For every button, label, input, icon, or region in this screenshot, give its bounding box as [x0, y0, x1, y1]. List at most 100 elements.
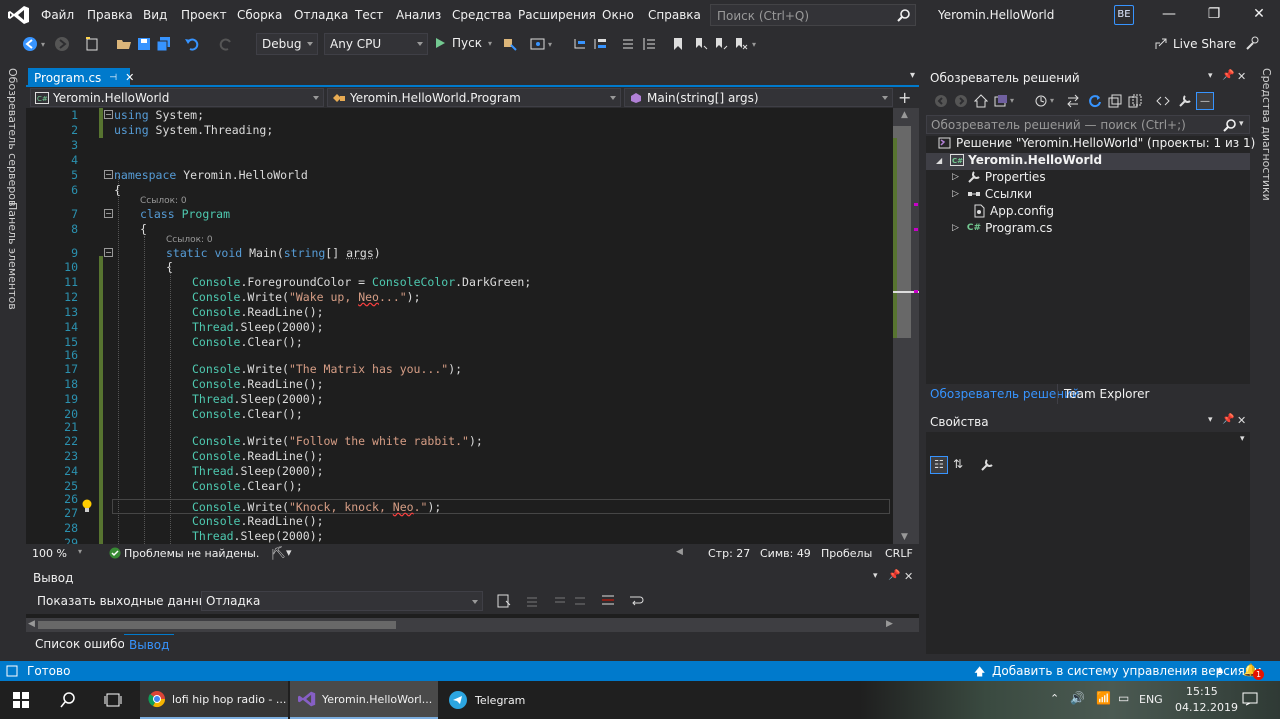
line-indicator[interactable]: Стр: 27 [708, 547, 750, 560]
platform-select[interactable]: Any CPU [324, 33, 428, 55]
expanded-arrow-icon[interactable]: ◢ [936, 156, 942, 165]
scroll-down-icon[interactable]: ▼ [901, 532, 908, 542]
forward-icon[interactable] [954, 94, 968, 108]
pin-panel-icon[interactable]: 📌 [888, 570, 900, 581]
input-language[interactable]: ENG [1139, 693, 1163, 706]
pin-panel-icon[interactable]: 📌 [1222, 414, 1234, 425]
categorized-button[interactable]: ☷ [930, 456, 948, 474]
home-icon[interactable] [974, 94, 988, 108]
collapsed-arrow-icon[interactable]: ▷ [952, 189, 959, 199]
scroll-up-icon[interactable]: ▲ [901, 110, 908, 120]
quick-search-input[interactable]: Поиск (Ctrl+Q) [710, 4, 916, 26]
scroll-left-icon[interactable]: ◀ [676, 547, 683, 557]
word-wrap-icon[interactable] [628, 593, 644, 609]
tab-list-dropdown-icon[interactable]: ▾ [910, 70, 915, 81]
close-panel-icon[interactable]: ✕ [1237, 70, 1246, 83]
zoom-level[interactable]: 100 % [32, 547, 67, 560]
chevron-down-icon[interactable]: ▾ [1050, 96, 1054, 105]
split-editor-icon[interactable]: + [898, 88, 911, 107]
sync-icon[interactable] [1066, 94, 1080, 108]
taskbar-app-chrome[interactable]: lofi hip hop radio - ... [140, 681, 288, 719]
chevron-up-icon[interactable]: ▲ [1217, 665, 1223, 674]
next-message-icon[interactable] [552, 593, 568, 609]
back-icon[interactable] [934, 94, 948, 108]
tree-item-properties[interactable]: ▷ Properties [952, 170, 1046, 184]
live-share-button[interactable]: Live Share [1154, 37, 1236, 51]
back-icon[interactable] [22, 36, 38, 52]
menu-extensions[interactable]: Расширения [518, 8, 596, 22]
collapse-all-icon[interactable] [1108, 94, 1122, 108]
property-pages-wrench-icon[interactable] [980, 458, 994, 472]
user-avatar[interactable]: BE [1114, 5, 1134, 25]
view-code-icon[interactable] [1156, 94, 1170, 108]
find-message-icon[interactable] [496, 593, 512, 609]
pending-changes-icon[interactable] [1034, 94, 1048, 108]
panel-menu-icon[interactable]: ▾ [873, 571, 878, 581]
chevron-down-icon[interactable]: ▾ [1010, 96, 1014, 105]
configuration-select[interactable]: Debug [256, 33, 318, 55]
tab-program-cs[interactable]: Program.cs ⊣ ✕ [28, 68, 134, 87]
collapse-icon[interactable]: − [104, 110, 113, 119]
column-indicator[interactable]: Симв: 49 [760, 547, 811, 560]
collapsed-arrow-icon[interactable]: ▷ [952, 223, 959, 233]
panel-menu-icon[interactable]: ▾ [1208, 415, 1213, 425]
menu-window[interactable]: Окно [602, 8, 634, 22]
undo-icon[interactable] [184, 36, 200, 52]
collapse-icon[interactable]: − [104, 248, 113, 257]
menu-test[interactable]: Тест [355, 8, 383, 22]
start-button[interactable]: Пуск ▾ [434, 36, 492, 50]
minimize-icon[interactable]: — [1159, 6, 1179, 24]
chevron-down-icon[interactable]: ▾ [548, 40, 552, 49]
tree-item-project[interactable]: ◢ C# Yeromin.HelloWorld [936, 153, 1102, 167]
browser-link-icon[interactable] [530, 36, 546, 52]
battery-icon[interactable]: ▭ [1118, 691, 1129, 705]
tab-error-list[interactable]: Список ошибок [35, 637, 132, 651]
menu-debug[interactable]: Отладка [294, 8, 348, 22]
feedback-icon[interactable] [1245, 35, 1261, 51]
diagnostic-tools-tab[interactable]: Средства диагностики [1260, 68, 1273, 201]
server-explorer-tab[interactable]: Обозреватель серверов [6, 68, 19, 206]
class-nav-select[interactable]: Yeromin.HelloWorld.Program [327, 88, 621, 107]
clear-all-icon[interactable] [572, 593, 588, 609]
code-editor[interactable]: 1 2 3 4 5 6 7 8 9 10 11 12 13 14 15 16 1… [26, 108, 893, 544]
pin-panel-icon[interactable]: 📌 [1222, 70, 1234, 81]
clock-time[interactable]: 15:15 [1186, 685, 1218, 698]
bookmark-icon[interactable] [670, 36, 686, 52]
switch-views-icon[interactable] [994, 94, 1008, 108]
scroll-left-icon[interactable]: ◀ [28, 619, 35, 629]
clock-date[interactable]: 04.12.2019 [1175, 701, 1238, 714]
show-all-files-icon[interactable] [1128, 94, 1142, 108]
taskbar-app-visual-studio[interactable]: Yeromin.HelloWorl... [290, 681, 438, 719]
tree-item-solution[interactable]: Решение "Yeromin.HelloWorld" (проекты: 1… [938, 136, 1255, 150]
open-folder-icon[interactable] [116, 36, 132, 52]
menu-build[interactable]: Сборка [237, 8, 282, 22]
lightbulb-icon[interactable] [81, 499, 93, 513]
save-all-icon[interactable] [156, 36, 172, 52]
taskbar-app-telegram[interactable]: Telegram [440, 681, 560, 719]
scrollbar-thumb[interactable] [38, 621, 396, 629]
wifi-icon[interactable]: 📶 [1096, 691, 1111, 705]
collapse-icon[interactable]: − [104, 209, 113, 218]
tab-output[interactable]: Вывод [124, 634, 175, 654]
menu-project[interactable]: Проект [181, 8, 227, 22]
scroll-right-icon[interactable]: ▶ [886, 619, 893, 629]
collapsed-arrow-icon[interactable]: ▷ [952, 172, 959, 182]
codelens-references[interactable]: Ссылок: 0 [140, 196, 187, 206]
new-project-icon[interactable] [84, 36, 100, 52]
toolbar-overflow-icon[interactable]: ▾ [752, 40, 756, 49]
search-icon[interactable] [1223, 118, 1237, 132]
save-icon[interactable] [136, 36, 152, 52]
maximize-icon[interactable]: ❐ [1204, 6, 1224, 24]
codelens-references[interactable]: Ссылок: 0 [166, 235, 213, 245]
comment-lines-icon[interactable] [620, 36, 636, 52]
close-panel-icon[interactable]: ✕ [904, 570, 913, 583]
collapse-icon[interactable]: − [104, 170, 113, 179]
pin-icon[interactable]: ⊣ [109, 73, 117, 83]
close-window-icon[interactable]: ✕ [1249, 6, 1269, 24]
back-dropdown-icon[interactable]: ▾ [41, 40, 45, 49]
whitespace-indicator[interactable]: Пробелы [821, 547, 872, 560]
properties-wrench-icon[interactable] [1178, 94, 1192, 108]
tree-item-program-cs[interactable]: ▷ C# Program.cs [952, 221, 1052, 235]
close-tab-icon[interactable]: ✕ [125, 71, 134, 84]
tree-item-references[interactable]: ▷ Ссылки [952, 187, 1032, 201]
